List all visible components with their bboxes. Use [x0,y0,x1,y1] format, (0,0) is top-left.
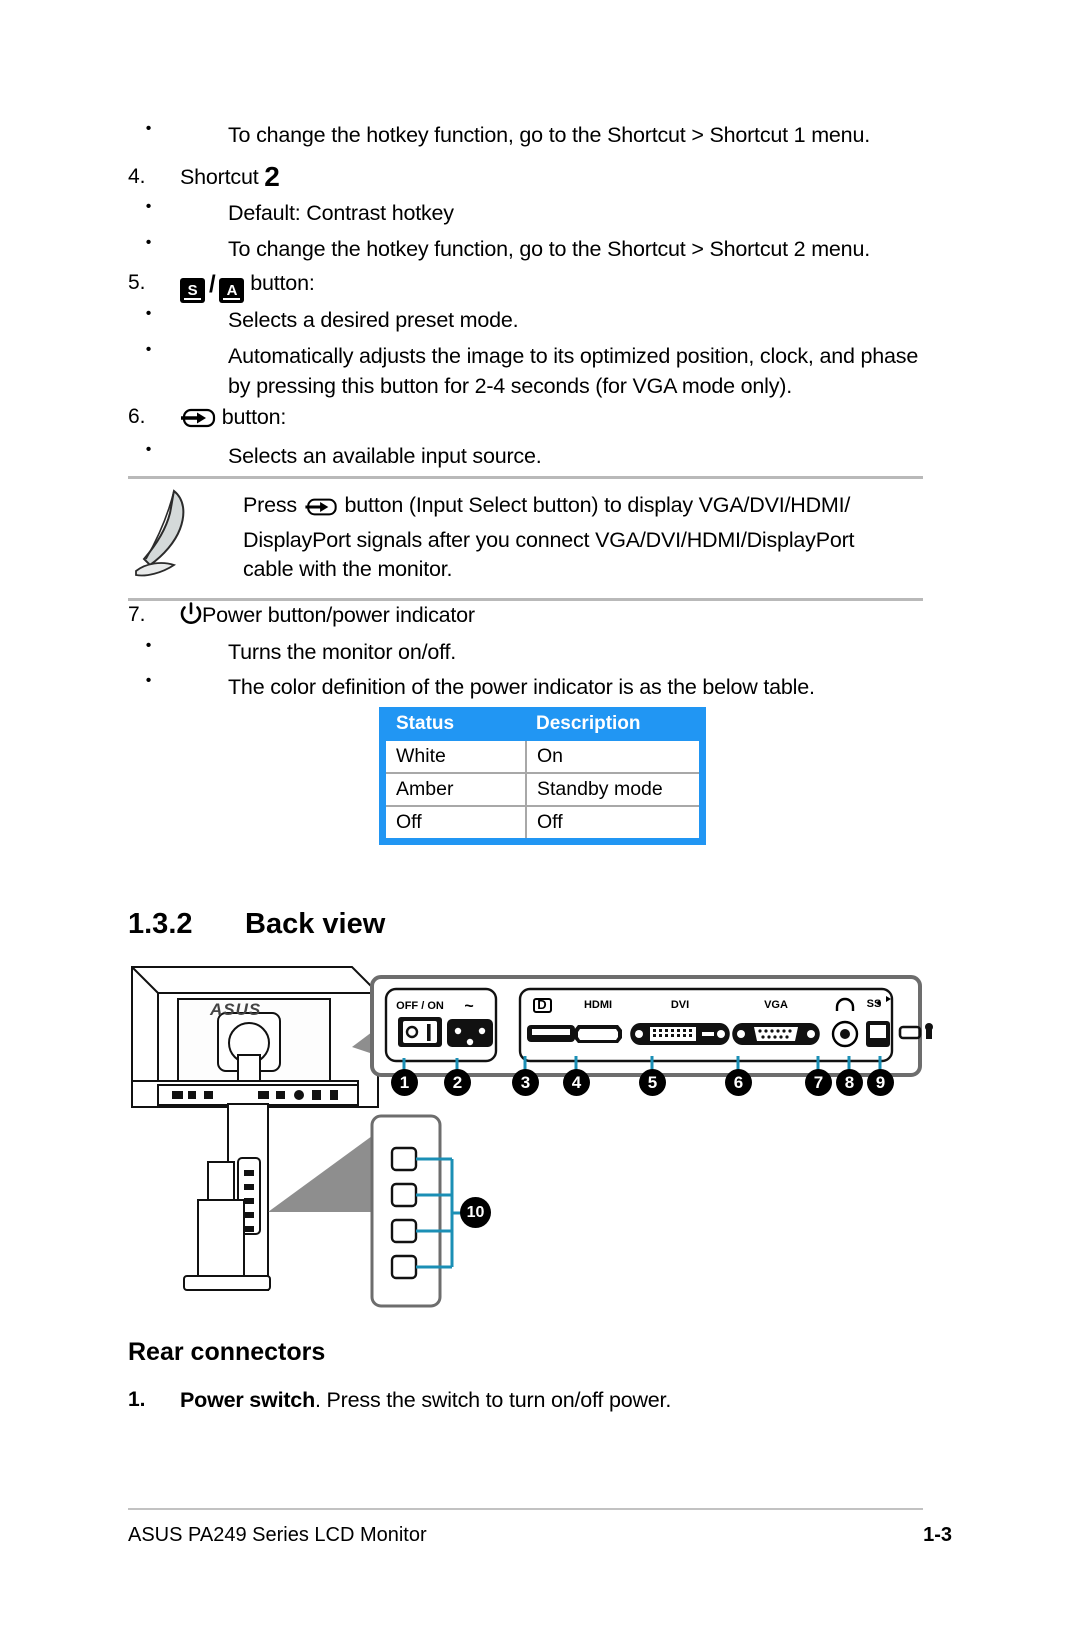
section-heading: 1.3.2 Back view [128,908,628,948]
callout-5: 5 [639,1069,666,1096]
page-title: Back view [245,908,386,940]
list-item-label: Automatically adjusts the image to its o… [228,344,919,368]
list-item: • To change the hotkey function, go to t… [128,120,928,150]
list-item-label: S / A button: [180,268,315,303]
list-number: 5. [128,271,146,294]
table-row: Amber Standby mode [386,773,699,807]
footer-page-number: 1-3 [923,1524,952,1546]
list-item-label: Power switch. Press the switch to turn o… [180,1388,672,1412]
list-item-label: Selects an available input source. [228,444,542,468]
manual-page: • To change the hotkey function, go to t… [0,0,1080,1627]
list-item: • To change the hotkey function, go to t… [128,234,928,264]
footer-product-name: ASUS PA249 Series LCD Monitor [128,1524,427,1546]
side-view-diagram [183,1103,470,1308]
list-item-label: The color definition of the power indica… [228,675,815,699]
list-item: • Selects a desired preset mode. [128,305,928,335]
cell-status: Amber [386,773,527,807]
list-item-4: 4. Shortcut 2 [128,162,280,192]
asus-logo: ASUS [210,1000,262,1019]
section-number: 1.3.2 [128,908,193,940]
input-select-icon [180,406,216,438]
note-text: Press button (Input Select button) to di… [243,493,855,581]
list-number: 7. [128,603,146,626]
list-item-label: button: [180,402,286,438]
list-item: • Turns the monitor on/off. [128,637,928,667]
callout-8: 8 [836,1069,863,1096]
note-quill-icon [128,479,243,598]
input-select-icon [303,496,339,526]
list-item: • Default: Contrast hotkey [128,198,928,228]
auto-adjust-key-icon: A [219,278,245,303]
power-indicator-table: Status Description White On Amber Standb… [379,707,706,845]
bullet-dot: • [128,672,152,689]
svg-text:~: ~ [464,998,473,1015]
cell-description: Standby mode [526,773,699,807]
cell-description: On [526,741,699,774]
column-header-description: Description [526,707,699,741]
bullet-dot: • [128,341,152,358]
callout-3: 3 [512,1069,539,1096]
callout-6: 6 [725,1069,752,1096]
callout-10: 10 [460,1197,491,1228]
list-item: • The color definition of the power indi… [128,672,948,702]
list-number: 1. [128,1388,146,1411]
bullet-dot: • [128,441,152,458]
rear-connector-item-1: 1. Power switch. Press the switch to tur… [128,1385,671,1415]
bullet-dot: • [128,234,152,251]
callout-leader-lines [402,1056,882,1080]
bullet-dot: • [128,637,152,654]
column-header-status: Status [386,707,526,741]
list-item-label: Selects a desired preset mode. [228,308,519,332]
table-header-row: Status Description [386,707,699,741]
table-row: Off Off [386,806,699,838]
list-item-label: by pressing this button for 2-4 seconds … [228,374,793,398]
list-item: • Automatically adjusts the image to its… [128,341,938,371]
list-item-label: Default: Contrast hotkey [228,201,454,225]
list-item-label: Shortcut 2 [180,161,280,192]
table-row: White On [386,741,699,774]
shortcut-number: 2 [264,161,280,192]
list-item-7: 7. Power button/power indicator [128,600,475,634]
list-item-label: Turns the monitor on/off. [228,640,457,664]
rear-connectors-heading: Rear connectors [128,1338,326,1366]
svg-text:VGA: VGA [764,999,788,1011]
list-item-label: To change the hotkey function, go to the… [228,237,870,261]
list-item-label: To change the hotkey function, go to the… [228,123,870,147]
callout-7: 7 [805,1069,832,1096]
bullet-dot: • [128,198,152,215]
svg-text:DVI: DVI [671,999,689,1011]
bullet-dot: • [128,120,152,137]
list-number: 4. [128,165,146,188]
callout-4: 4 [563,1069,590,1096]
svg-text:HDMI: HDMI [584,999,612,1011]
splendid-key-icon: S [180,278,205,303]
note-box: Press button (Input Select button) to di… [128,476,923,601]
cell-status: Off [386,806,527,838]
callout-9: 9 [867,1069,894,1096]
callout-1: 1 [391,1069,418,1096]
cell-description: Off [537,811,563,833]
term-power-switch: Power switch [180,1388,315,1412]
cell-status: White [386,741,527,774]
list-item-label: Power button/power indicator [180,600,475,634]
list-item-continuation: by pressing this button for 2-4 seconds … [228,371,948,401]
footer-divider [128,1508,923,1510]
power-icon [180,602,202,634]
svg-text:OFF / ON: OFF / ON [396,1000,444,1012]
bullet-dot: • [128,305,152,322]
callout-2: 2 [444,1069,471,1096]
key-separator: / [209,271,216,298]
list-item-6: 6. button: [128,402,286,438]
list-number: 6. [128,405,146,428]
list-item-5: 5. S / A button: [128,268,315,303]
list-item: • Selects an available input source. [128,441,928,471]
